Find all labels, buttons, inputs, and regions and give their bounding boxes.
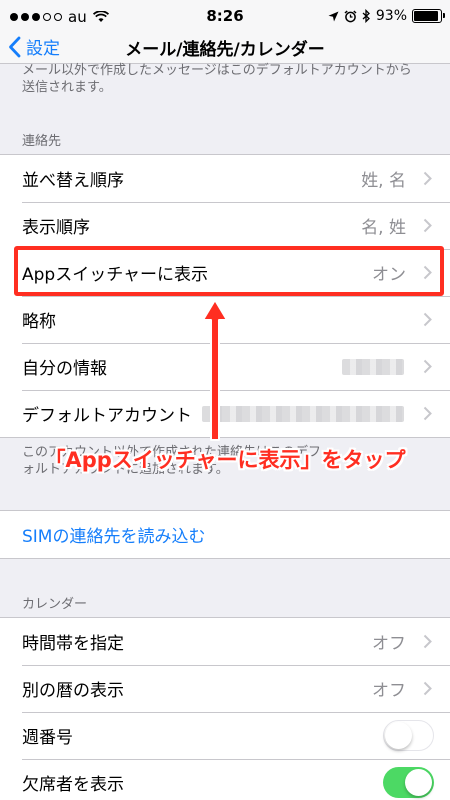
row-value: 姓, 名: [361, 171, 406, 191]
sim-group: SIMの連絡先を読み込む: [0, 510, 450, 559]
row-label: 時間帯を指定: [22, 634, 124, 654]
calendar-group: 時間帯を指定 オフ 別の暦の表示 オフ 週番号 欠席者を表示: [0, 617, 450, 800]
annotation-highlight-box: [14, 246, 444, 296]
battery-level: [414, 11, 439, 21]
week-numbers-toggle[interactable]: [383, 720, 434, 751]
bluetooth-icon: [362, 9, 370, 23]
row-label: 並べ替え順序: [22, 171, 124, 191]
row-value: 名, 姓: [361, 218, 406, 238]
import-sim-contacts-label: SIMの連絡先を読み込む: [22, 527, 206, 547]
row-label: 週番号: [22, 728, 73, 748]
contacts-display-order-row[interactable]: 表示順序 名, 姓: [0, 202, 450, 249]
battery-percent: 93%: [375, 8, 407, 24]
chevron-right-icon: [416, 359, 438, 374]
status-right: 93%: [328, 8, 445, 24]
battery-icon: [412, 9, 445, 23]
chevron-right-icon: [416, 171, 438, 186]
chevron-right-icon: [416, 406, 438, 421]
alarm-icon: [344, 9, 357, 22]
import-sim-contacts-row[interactable]: SIMの連絡先を読み込む: [0, 511, 450, 558]
calendar-section-header: カレンダー: [22, 597, 88, 612]
calendar-alternate-calendar-row[interactable]: 別の暦の表示 オフ: [0, 665, 450, 712]
annotation-arrow-icon: [202, 299, 228, 441]
row-value: オフ: [372, 681, 406, 701]
blurred-value: [202, 405, 404, 422]
chevron-right-icon: [416, 312, 438, 327]
calendar-week-numbers-row: 週番号: [0, 712, 450, 759]
row-label: デフォルトアカウント: [22, 406, 192, 426]
row-label: 表示順序: [22, 218, 90, 238]
chevron-right-icon: [416, 218, 438, 233]
row-label: 別の暦の表示: [22, 681, 124, 701]
calendar-timezone-row[interactable]: 時間帯を指定 オフ: [0, 618, 450, 665]
contacts-section-header: 連絡先: [22, 134, 62, 149]
row-label: 自分の情報: [22, 359, 107, 379]
page-title: メール/連絡先/カレンダー: [125, 40, 325, 60]
location-arrow-icon: [328, 11, 339, 21]
mail-default-account-footer: メール以外で作成したメッセージはこのデフォルトアカウントから送信されます。: [22, 63, 412, 95]
calendar-show-declined-row: 欠席者を表示: [0, 759, 450, 800]
status-bar: au 8:26 93%: [0, 0, 450, 32]
annotation-callout: 「Appスイッチャーに表示」をタップ: [44, 448, 406, 472]
blurred-value: [342, 358, 404, 375]
row-value: オフ: [372, 634, 406, 654]
row-label: 欠席者を表示: [22, 775, 124, 795]
chevron-right-icon: [416, 681, 438, 696]
contacts-sort-order-row[interactable]: 並べ替え順序 姓, 名: [0, 155, 450, 202]
show-declined-toggle[interactable]: [383, 767, 434, 798]
chevron-right-icon: [416, 634, 438, 649]
